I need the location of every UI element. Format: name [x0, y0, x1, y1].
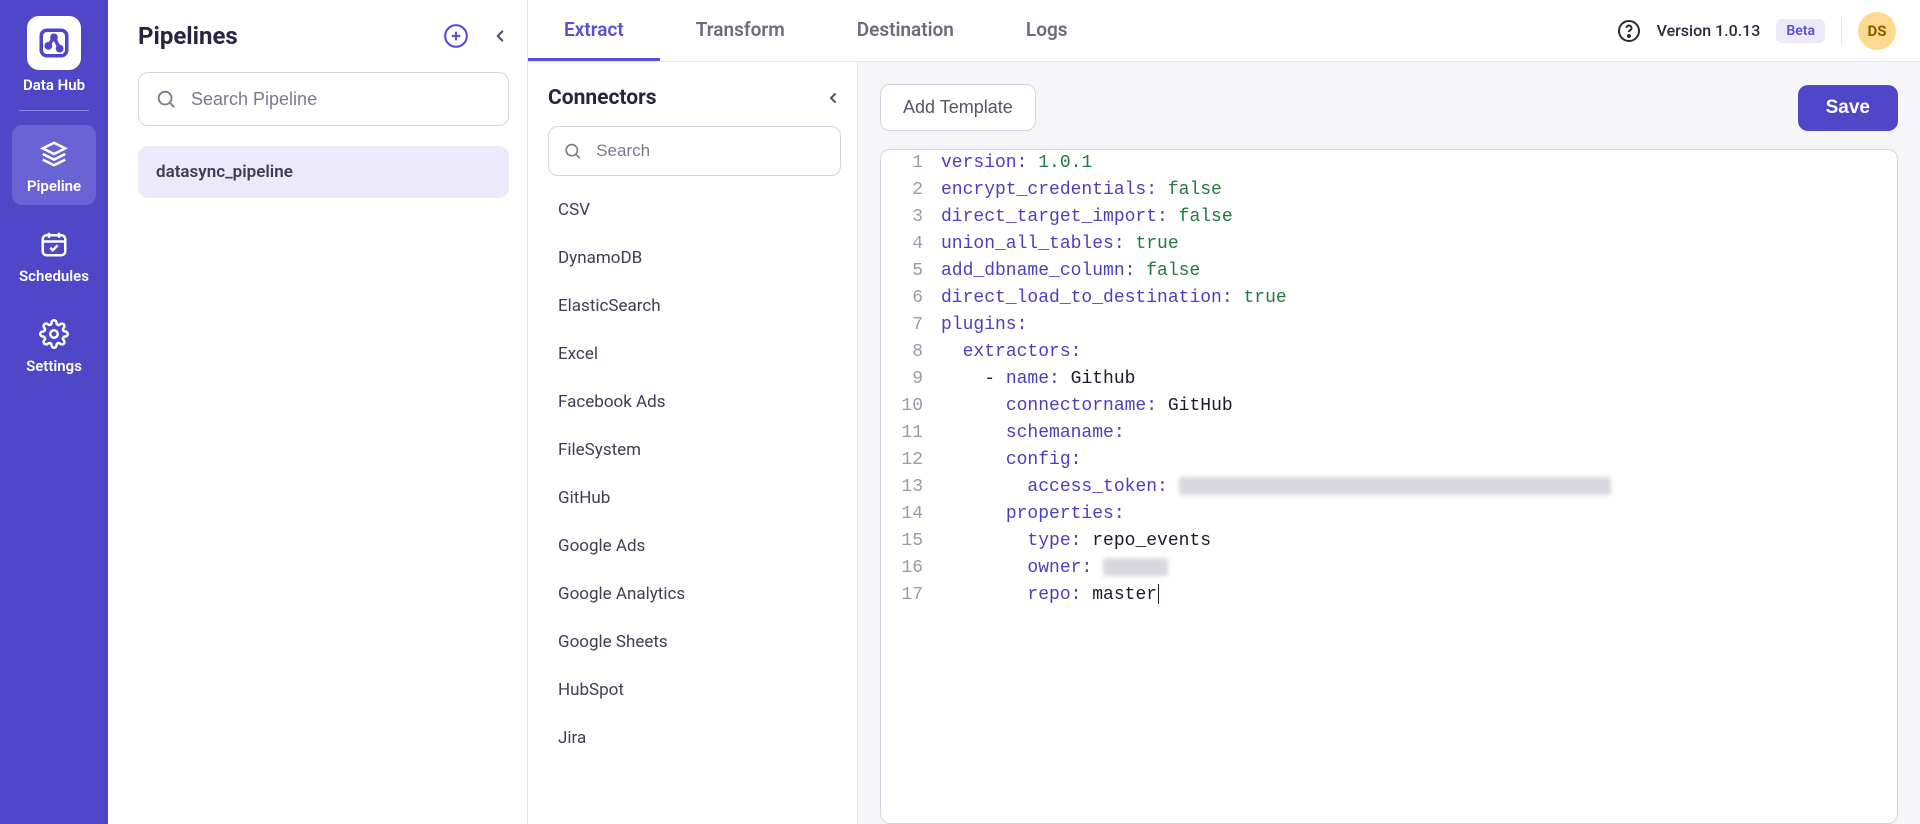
app-logo-label: Data Hub	[23, 76, 85, 94]
code-line[interactable]: 6direct_load_to_destination: true	[881, 285, 1897, 312]
nav-label: Pipeline	[27, 177, 81, 195]
pipeline-icon	[37, 137, 71, 171]
connector-search-input[interactable]	[596, 141, 826, 161]
connector-item[interactable]: FileSystem	[548, 426, 837, 474]
editor-area: Add Template Save 1version: 1.0.12encryp…	[858, 62, 1920, 824]
connector-search[interactable]	[548, 126, 841, 176]
nav-settings[interactable]: Settings	[12, 305, 96, 385]
connectors-panel: Connectors CSVDynamoDBElasticSearchExcel…	[528, 62, 858, 824]
line-number: 16	[881, 555, 935, 582]
tab-logs[interactable]: Logs	[990, 0, 1104, 61]
code-line[interactable]: 13 access_token: xxxxxxxxxxxxxxxxxxxxxxx…	[881, 474, 1897, 501]
code-line[interactable]: 17 repo: master	[881, 582, 1897, 609]
pipeline-search-input[interactable]	[191, 89, 492, 110]
line-number: 6	[881, 285, 935, 312]
line-number: 8	[881, 339, 935, 366]
pipeline-search[interactable]	[138, 72, 509, 126]
code-line[interactable]: 15 type: repo_events	[881, 528, 1897, 555]
code-line[interactable]: 5add_dbname_column: false	[881, 258, 1897, 285]
app-logo[interactable]	[27, 16, 81, 70]
code-line[interactable]: 4union_all_tables: true	[881, 231, 1897, 258]
line-number: 4	[881, 231, 935, 258]
search-icon	[563, 140, 582, 162]
code-line[interactable]: 8 extractors:	[881, 339, 1897, 366]
code-line[interactable]: 1version: 1.0.1	[881, 150, 1897, 177]
line-number: 12	[881, 447, 935, 474]
tab-destination[interactable]: Destination	[821, 0, 990, 61]
tab-extract[interactable]: Extract	[528, 0, 660, 61]
line-number: 11	[881, 420, 935, 447]
code-line[interactable]: 12 config:	[881, 447, 1897, 474]
line-number: 3	[881, 204, 935, 231]
connector-item[interactable]: ElasticSearch	[548, 282, 837, 330]
connector-item[interactable]: CSV	[548, 186, 837, 234]
code-line[interactable]: 14 properties:	[881, 501, 1897, 528]
line-number: 13	[881, 474, 935, 501]
pipelines-panel: Pipelines datasync_pipeline	[108, 0, 528, 824]
line-number: 1	[881, 150, 935, 177]
add-template-button[interactable]: Add Template	[880, 84, 1036, 131]
text-cursor	[1158, 584, 1159, 604]
connector-item[interactable]: Excel	[548, 330, 837, 378]
add-pipeline-button[interactable]	[443, 23, 469, 49]
schedules-icon	[37, 227, 71, 261]
line-number: 7	[881, 312, 935, 339]
version-text: Version 1.0.13	[1657, 21, 1761, 40]
line-number: 15	[881, 528, 935, 555]
save-button[interactable]: Save	[1798, 85, 1898, 131]
redacted-value: xxxxxxxxxxxxxxxxxxxxxxxxxxxxxxxxxxxxxxxx	[1179, 477, 1611, 495]
pipeline-item[interactable]: datasync_pipeline	[138, 146, 509, 198]
beta-badge: Beta	[1776, 19, 1825, 43]
search-icon	[155, 88, 177, 110]
code-line[interactable]: 7plugins:	[881, 312, 1897, 339]
line-number: 14	[881, 501, 935, 528]
collapse-connectors-button[interactable]	[825, 90, 841, 106]
connector-item[interactable]: Jira	[548, 714, 837, 762]
connector-item[interactable]: HubSpot	[548, 666, 837, 714]
code-line[interactable]: 11 schemaname:	[881, 420, 1897, 447]
connector-item[interactable]: DynamoDB	[548, 234, 837, 282]
avatar[interactable]: DS	[1858, 12, 1896, 50]
line-number: 17	[881, 582, 935, 609]
help-icon[interactable]	[1617, 19, 1641, 43]
line-number: 5	[881, 258, 935, 285]
connector-item[interactable]: Google Ads	[548, 522, 837, 570]
nav-label: Settings	[26, 357, 82, 375]
connector-item[interactable]: Google Analytics	[548, 570, 837, 618]
nav-schedules[interactable]: Schedules	[12, 215, 96, 295]
settings-icon	[37, 317, 71, 351]
connector-item[interactable]: GitHub	[548, 474, 837, 522]
line-number: 2	[881, 177, 935, 204]
code-line[interactable]: 10 connectorname: GitHub	[881, 393, 1897, 420]
connector-item[interactable]: Google Sheets	[548, 618, 837, 666]
collapse-pipelines-button[interactable]	[491, 27, 509, 45]
connector-item[interactable]: Facebook Ads	[548, 378, 837, 426]
pipelines-title: Pipelines	[138, 22, 238, 50]
code-line[interactable]: 2encrypt_credentials: false	[881, 177, 1897, 204]
rail-divider	[19, 110, 89, 111]
connectors-title: Connectors	[548, 86, 657, 110]
code-editor[interactable]: 1version: 1.0.12encrypt_credentials: fal…	[880, 149, 1898, 824]
nav-pipeline[interactable]: Pipeline	[12, 125, 96, 205]
code-line[interactable]: 9 - name: Github	[881, 366, 1897, 393]
tab-transform[interactable]: Transform	[660, 0, 821, 61]
nav-label: Schedules	[19, 267, 89, 285]
redacted-value: xxxxxx	[1103, 558, 1168, 576]
line-number: 9	[881, 366, 935, 393]
code-line[interactable]: 3direct_target_import: false	[881, 204, 1897, 231]
code-line[interactable]: 16 owner: xxxxxx	[881, 555, 1897, 582]
divider	[1841, 17, 1842, 45]
line-number: 10	[881, 393, 935, 420]
top-bar: ExtractTransformDestinationLogs Version …	[528, 0, 1920, 62]
nav-rail: Data Hub Pipeline Schedules Settings	[0, 0, 108, 824]
